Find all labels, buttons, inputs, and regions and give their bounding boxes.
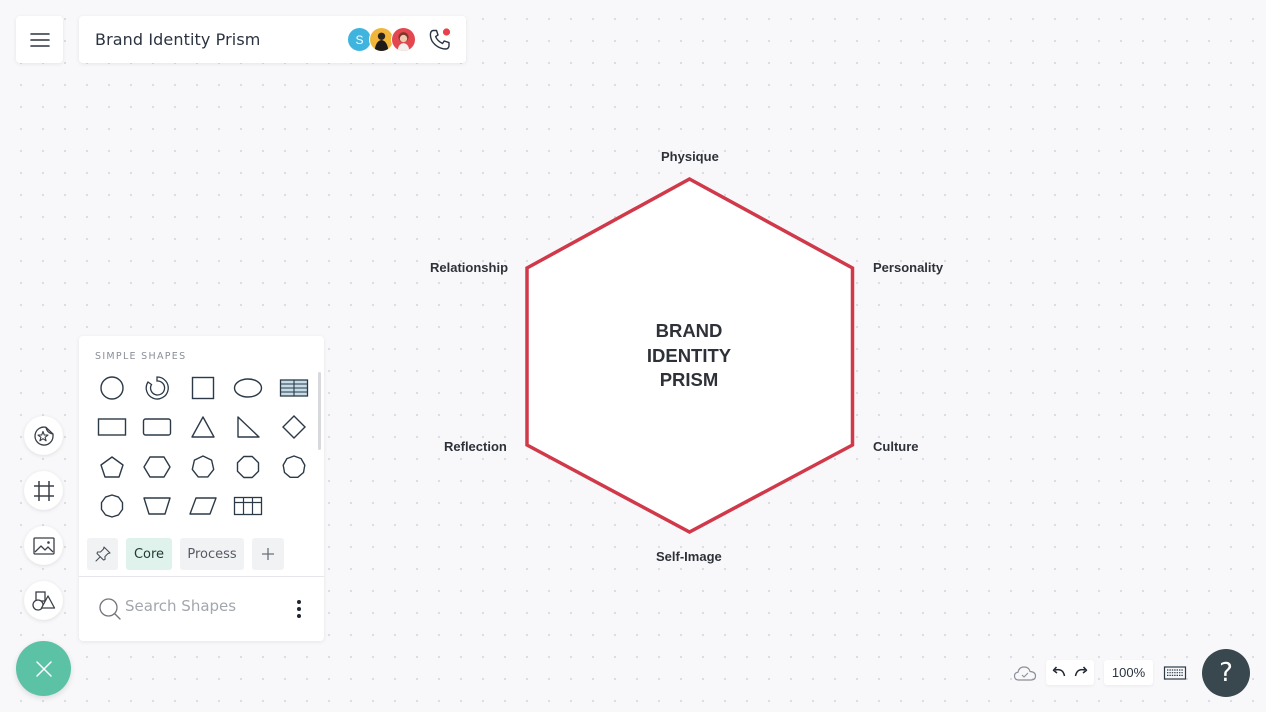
- save-status[interactable]: [1012, 662, 1038, 684]
- plus-icon: [262, 548, 274, 560]
- shape-square[interactable]: [180, 368, 226, 408]
- decagon-icon: [100, 494, 123, 518]
- shape-nonagon[interactable]: [271, 447, 317, 487]
- avatar[interactable]: [391, 27, 416, 52]
- heptagon-icon: [191, 455, 215, 478]
- frame-grid-icon: [33, 480, 54, 501]
- shape-octagon[interactable]: [226, 447, 272, 487]
- octagon-icon: [237, 455, 260, 478]
- favorites-button[interactable]: [24, 416, 63, 455]
- cloud-check-icon: [1013, 666, 1037, 681]
- hexagon-icon: [143, 456, 171, 478]
- keyboard-shortcuts-button[interactable]: [1162, 662, 1188, 684]
- prism-center-title[interactable]: BRAND IDENTITY PRISM: [600, 319, 778, 393]
- shape-grid: [89, 368, 319, 526]
- close-toolbar-button[interactable]: [16, 641, 71, 696]
- tab-core[interactable]: Core: [126, 538, 172, 570]
- partial-circle-icon: [145, 376, 170, 400]
- user-photo-icon: [374, 32, 389, 51]
- shape-triangle[interactable]: [180, 408, 226, 448]
- shapes-panel: SIMPLE SHAPES Core Process Search Shapes: [79, 336, 324, 641]
- shape-table-shaded[interactable]: [271, 368, 317, 408]
- shape-rounded-rectangle[interactable]: [135, 408, 181, 448]
- add-library-button[interactable]: [252, 538, 284, 570]
- shape-trapezoid[interactable]: [135, 487, 181, 527]
- pin-icon: [94, 546, 111, 562]
- shape-parallelogram[interactable]: [180, 487, 226, 527]
- keyboard-icon: [1163, 666, 1187, 680]
- table-shaded-icon: [279, 379, 308, 397]
- panel-heading: SIMPLE SHAPES: [95, 351, 187, 362]
- table-icon: [234, 497, 263, 516]
- image-icon: [32, 536, 55, 555]
- shape-decagon[interactable]: [89, 487, 135, 527]
- facet-label-culture[interactable]: Culture: [873, 439, 919, 454]
- shape-pentagon[interactable]: [89, 447, 135, 487]
- circle-icon: [100, 376, 124, 400]
- close-icon: [35, 660, 52, 677]
- search-shapes-input[interactable]: [125, 597, 275, 615]
- facet-label-self-image[interactable]: Self-Image: [656, 549, 722, 564]
- rounded-rectangle-icon: [143, 418, 172, 436]
- avatar-initial: S: [355, 32, 364, 47]
- shape-hexagon[interactable]: [135, 447, 181, 487]
- shape-rectangle[interactable]: [89, 408, 135, 448]
- shape-library-tabs: Core Process: [87, 538, 284, 570]
- pinned-tab[interactable]: [87, 538, 118, 570]
- shape-partial-circle[interactable]: [135, 368, 181, 408]
- hamburger-icon: [29, 32, 50, 47]
- star-sticker-icon: [33, 425, 54, 446]
- user-photo-icon: [397, 32, 410, 51]
- diamond-icon: [281, 415, 306, 440]
- zoom-level[interactable]: 100%: [1104, 660, 1153, 685]
- undo-icon[interactable]: [1051, 665, 1067, 680]
- shape-ellipse[interactable]: [226, 368, 272, 408]
- triangle-icon: [191, 416, 215, 438]
- tab-process[interactable]: Process: [180, 538, 244, 570]
- call-indicator: [442, 28, 451, 36]
- right-triangle-icon: [237, 416, 260, 438]
- shape-circle[interactable]: [89, 368, 135, 408]
- menu-button[interactable]: [16, 16, 63, 63]
- document-title-bar: Brand Identity Prism S: [79, 16, 466, 63]
- facet-label-relationship[interactable]: Relationship: [430, 260, 508, 275]
- nonagon-icon: [282, 455, 306, 478]
- shapes-button[interactable]: [24, 581, 63, 620]
- shape-right-triangle[interactable]: [226, 408, 272, 448]
- shape-diamond[interactable]: [271, 408, 317, 448]
- facet-label-reflection[interactable]: Reflection: [444, 439, 507, 454]
- shapes-icon: [31, 590, 55, 611]
- shape-heptagon[interactable]: [180, 447, 226, 487]
- image-button[interactable]: [24, 526, 63, 565]
- collaborator-avatars: S: [347, 27, 416, 52]
- redo-icon[interactable]: [1073, 665, 1089, 680]
- pentagon-icon: [100, 456, 124, 478]
- shape-table[interactable]: [226, 487, 272, 527]
- more-vertical-icon[interactable]: [294, 599, 304, 619]
- ellipse-icon: [234, 378, 263, 398]
- rectangle-icon: [97, 418, 126, 436]
- phone-icon[interactable]: [427, 27, 453, 53]
- parallelogram-icon: [189, 497, 217, 515]
- facet-label-personality[interactable]: Personality: [873, 260, 943, 275]
- frame-button[interactable]: [24, 471, 63, 510]
- square-icon: [191, 376, 214, 399]
- trapezoid-icon: [143, 497, 171, 515]
- shapes-scrollbar[interactable]: [318, 372, 321, 450]
- search-icon: [99, 598, 121, 620]
- undo-redo-group: [1046, 660, 1094, 685]
- facet-label-physique[interactable]: Physique: [661, 149, 719, 164]
- help-button[interactable]: ?: [1202, 649, 1250, 697]
- search-shapes-row: [79, 577, 324, 641]
- document-title[interactable]: Brand Identity Prism: [95, 30, 260, 49]
